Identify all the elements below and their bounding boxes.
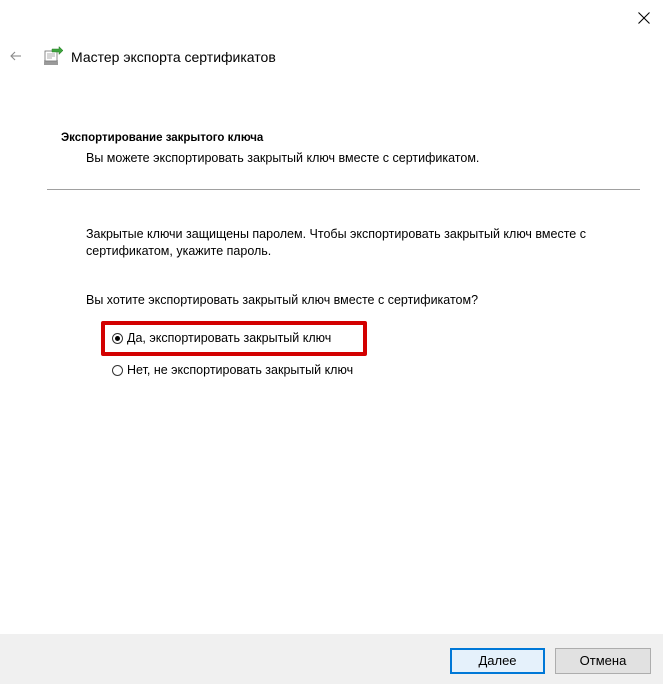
radio-label-no: Нет, не экспортировать закрытый ключ xyxy=(127,363,354,377)
wizard-title: Мастер экспорта сертификатов xyxy=(71,49,276,65)
next-button[interactable]: Далее xyxy=(450,648,545,674)
cancel-button[interactable]: Отмена xyxy=(555,648,651,674)
certificate-export-wizard-icon xyxy=(44,45,64,65)
radio-export-key-yes[interactable]: Да, экспортировать закрытый ключ xyxy=(112,330,331,346)
back-arrow-icon xyxy=(10,51,21,61)
close-button[interactable] xyxy=(626,4,662,32)
description-text: Закрытые ключи защищены паролем. Чтобы э… xyxy=(86,227,586,258)
export-key-question: Вы хотите экспортировать закрытый ключ в… xyxy=(86,293,479,307)
close-icon xyxy=(638,12,650,24)
radio-button-unselected[interactable] xyxy=(112,364,123,376)
section-subheading: Вы можете экспортировать закрытый ключ в… xyxy=(86,151,480,165)
back-button[interactable] xyxy=(4,46,28,66)
section-heading: Экспортирование закрытого ключа xyxy=(61,132,264,144)
radio-button-selected[interactable] xyxy=(112,332,123,344)
header-separator xyxy=(47,189,640,190)
radio-label-yes: Да, экспортировать закрытый ключ xyxy=(127,331,332,345)
radio-dot xyxy=(115,335,120,341)
radio-export-key-no[interactable]: Нет, не экспортировать закрытый ключ xyxy=(112,362,353,378)
